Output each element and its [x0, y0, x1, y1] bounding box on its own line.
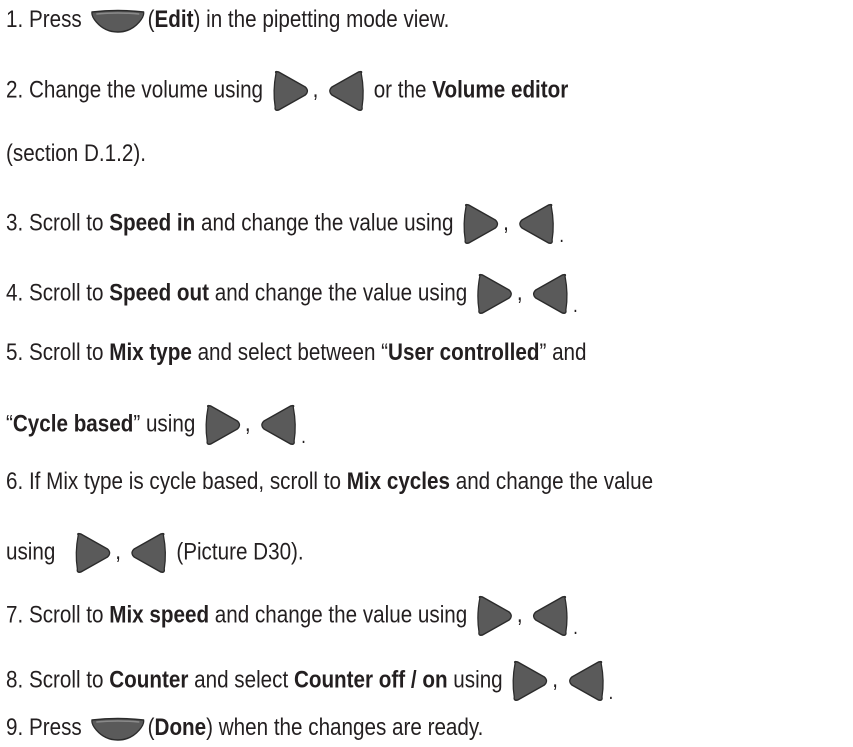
step-9: 9. Press (Done) when the changes are rea…	[6, 713, 483, 743]
step-text: and change the value using	[214, 279, 468, 307]
right-arrow-button-icon	[270, 69, 310, 113]
right-arrow-button-icon	[73, 531, 113, 575]
step-number: 5.	[6, 339, 24, 366]
mix-speed-label: Mix speed	[109, 601, 210, 629]
step-number: 3.	[6, 209, 24, 237]
step-text: If Mix type is cycle based, scroll to	[28, 468, 341, 495]
step-text: Change the volume using	[28, 76, 264, 104]
step-5-continued: “Cycle based” using , .	[6, 403, 306, 452]
right-arrow-button-icon	[461, 202, 501, 246]
speed-out-label: Speed out	[109, 279, 210, 307]
step-text: using	[453, 666, 503, 694]
step-number: 2.	[6, 76, 24, 104]
left-arrow-button-icon	[566, 659, 606, 703]
mix-type-label: Mix type	[109, 339, 192, 366]
step-number: 7.	[6, 601, 24, 629]
step-2: 2. Change the volume using , or the Volu…	[6, 69, 568, 113]
left-arrow-button-icon	[531, 594, 571, 638]
step-text: Scroll to	[28, 339, 104, 366]
step-number: 9.	[6, 714, 24, 741]
step-text: “	[6, 410, 13, 438]
soft-key-button-icon	[89, 8, 146, 34]
mix-cycles-label: Mix cycles	[346, 468, 450, 495]
step-3: 3. Scroll to Speed in and change the val…	[6, 202, 564, 251]
step-text: ) in the pipetting mode view.	[193, 6, 450, 33]
step-text: ) when the changes are ready.	[206, 714, 484, 741]
step-number: 4.	[6, 279, 24, 307]
step-number: 8.	[6, 666, 24, 694]
step-text: Scroll to	[28, 209, 104, 237]
step-text: Scroll to	[28, 601, 104, 629]
period: .	[573, 295, 578, 318]
left-arrow-button-icon	[517, 202, 557, 246]
step-8: 8. Scroll to Counter and select Counter …	[6, 659, 613, 708]
step-7: 7. Scroll to Mix speed and change the va…	[6, 594, 578, 643]
step-text: Press	[28, 6, 82, 33]
separator: ,	[244, 410, 251, 438]
step-text: Scroll to	[28, 666, 104, 694]
step-text: and change the value using	[214, 601, 468, 629]
separator: ,	[115, 538, 121, 566]
separator: ,	[552, 666, 558, 694]
step-text: (	[147, 714, 155, 741]
user-controlled-label: User controlled	[388, 339, 540, 366]
step-1: 1. Press (Edit) in the pipetting mode vi…	[6, 5, 449, 35]
left-arrow-button-icon	[259, 403, 299, 447]
right-arrow-button-icon	[203, 403, 243, 447]
step-text: ” and	[539, 339, 587, 366]
counter-label: Counter	[109, 666, 189, 694]
step-number: 6.	[6, 468, 24, 495]
step-text: and select between “	[197, 339, 389, 366]
separator: ,	[516, 279, 523, 307]
period: .	[608, 682, 614, 705]
step-text: ” using	[133, 410, 196, 438]
speed-in-label: Speed in	[109, 209, 196, 237]
right-arrow-button-icon	[475, 272, 515, 316]
step-4: 4. Scroll to Speed out and change the va…	[6, 272, 578, 321]
step-2-continued: (section D.1.2).	[6, 139, 146, 169]
step-5: 5. Scroll to Mix type and select between…	[6, 338, 587, 368]
separator: ,	[516, 601, 523, 629]
period: .	[573, 617, 578, 640]
step-text: (	[147, 6, 155, 33]
step-text: and change the value	[455, 468, 654, 495]
right-arrow-button-icon	[510, 659, 550, 703]
separator: ,	[312, 76, 319, 104]
counter-off-on-label: Counter off / on	[293, 666, 448, 694]
step-text: using	[6, 538, 56, 566]
cycle-based-label: Cycle based	[12, 410, 134, 438]
right-arrow-button-icon	[475, 594, 515, 638]
step-text: Press	[28, 714, 82, 741]
separator: ,	[503, 209, 509, 237]
period: .	[559, 225, 565, 248]
step-number: 1.	[6, 6, 24, 33]
left-arrow-button-icon	[129, 531, 169, 575]
step-text: (section D.1.2).	[6, 140, 146, 167]
step-text: and change the value using	[201, 209, 454, 237]
left-arrow-button-icon	[327, 69, 367, 113]
step-text: and select	[194, 666, 289, 694]
step-text: (Picture D30).	[176, 538, 304, 566]
step-text: or the	[373, 76, 427, 104]
edit-label: Edit	[154, 6, 194, 33]
step-6: 6. If Mix type is cycle based, scroll to…	[6, 467, 653, 497]
volume-editor-label: Volume editor	[432, 76, 569, 104]
step-text: Scroll to	[28, 279, 104, 307]
period: .	[301, 426, 306, 449]
left-arrow-button-icon	[531, 272, 571, 316]
step-6-continued: using , (Picture D30).	[6, 531, 304, 575]
done-label: Done	[154, 714, 207, 741]
soft-key-button-icon	[89, 716, 146, 742]
